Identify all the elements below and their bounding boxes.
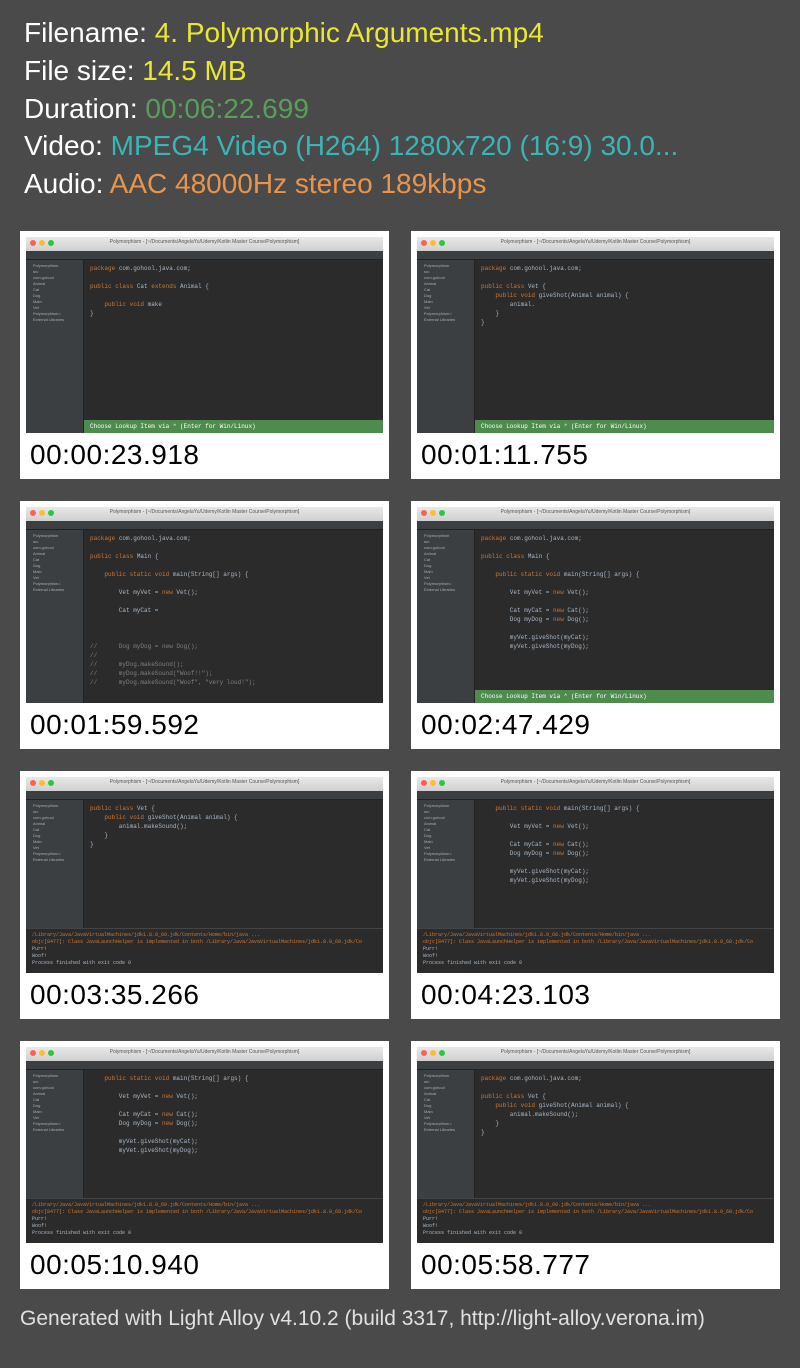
audio-label: Audio:	[24, 168, 110, 199]
ide-toolbar	[26, 521, 383, 530]
ide-screenshot: Polymorphism - [~/Documents/AngelaYu/Ude…	[26, 507, 383, 703]
window-titlebar: Polymorphism - [~/Documents/AngelaYu/Ude…	[417, 507, 774, 521]
lookup-hint-bar: Choose Lookup Item via ⌃ (Enter for Win/…	[475, 420, 774, 433]
frame-timestamp: 00:05:10.940	[26, 1243, 383, 1283]
filesize-label: File size:	[24, 55, 142, 86]
project-sidebar: Polymorphism src com.gohool Animal Cat D…	[26, 1070, 84, 1198]
thumbnail-5: Polymorphism - [~/Documents/AngelaYu/Ude…	[20, 771, 389, 1019]
ide-body: Polymorphism src com.gohool Animal Cat D…	[26, 260, 383, 433]
ide-screenshot: Polymorphism - [~/Documents/AngelaYu/Ude…	[417, 777, 774, 973]
ide-screenshot: Polymorphism - [~/Documents/AngelaYu/Ude…	[26, 777, 383, 973]
window-titlebar: Polymorphism - [~/Documents/AngelaYu/Ude…	[26, 237, 383, 251]
ide-body: Polymorphism src com.gohool Animal Cat D…	[417, 530, 774, 703]
ide-toolbar	[26, 251, 383, 260]
filesize-value: 14.5 MB	[142, 55, 246, 86]
frame-timestamp: 00:01:11.755	[417, 433, 774, 473]
window-titlebar: Polymorphism - [~/Documents/AngelaYu/Ude…	[417, 777, 774, 791]
project-sidebar: Polymorphism src com.gohool Animal Cat D…	[417, 1070, 475, 1198]
window-titlebar: Polymorphism - [~/Documents/AngelaYu/Ude…	[26, 1047, 383, 1061]
ide-body: Polymorphism src com.gohool Animal Cat D…	[26, 800, 383, 928]
ide-toolbar	[417, 1061, 774, 1070]
run-console: /Library/Java/JavaVirtualMachines/jdk1.8…	[417, 1198, 774, 1243]
code-editor: package com.gohool.java.com; public clas…	[475, 530, 774, 703]
audio-value: AAC 48000Hz stereo 189kbps	[110, 168, 487, 199]
ide-toolbar	[417, 521, 774, 530]
code-editor: package com.gohool.java.com; public clas…	[84, 530, 383, 703]
thumbnail-2: Polymorphism - [~/Documents/AngelaYu/Ude…	[411, 231, 780, 479]
ide-screenshot: Polymorphism - [~/Documents/AngelaYu/Ude…	[417, 237, 774, 433]
window-titlebar: Polymorphism - [~/Documents/AngelaYu/Ude…	[26, 507, 383, 521]
code-editor: public class Vet { public void giveShot(…	[84, 800, 383, 928]
thumbnail-4: Polymorphism - [~/Documents/AngelaYu/Ude…	[411, 501, 780, 749]
code-editor: package com.gohool.java.com; public clas…	[475, 260, 774, 433]
ide-screenshot: Polymorphism - [~/Documents/AngelaYu/Ude…	[417, 1047, 774, 1243]
frame-timestamp: 00:03:35.266	[26, 973, 383, 1013]
filename-value: 4. Polymorphic Arguments.mp4	[155, 17, 544, 48]
thumbnail-grid: Polymorphism - [~/Documents/AngelaYu/Ude…	[0, 213, 800, 1299]
frame-timestamp: 00:04:23.103	[417, 973, 774, 1013]
thumbnail-7: Polymorphism - [~/Documents/AngelaYu/Ude…	[20, 1041, 389, 1289]
frame-timestamp: 00:01:59.592	[26, 703, 383, 743]
run-console: /Library/Java/JavaVirtualMachines/jdk1.8…	[417, 928, 774, 973]
code-editor: public static void main(String[] args) {…	[475, 800, 774, 928]
filename-row: Filename: 4. Polymorphic Arguments.mp4	[24, 14, 776, 52]
ide-screenshot: Polymorphism - [~/Documents/AngelaYu/Ude…	[26, 237, 383, 433]
footer-text: Generated with Light Alloy v4.10.2 (buil…	[0, 1299, 800, 1339]
code-editor: package com.gohool.java.com; public clas…	[475, 1070, 774, 1198]
code-editor: package com.gohool.java.com; public clas…	[84, 260, 383, 433]
frame-timestamp: 00:00:23.918	[26, 433, 383, 473]
thumbnail-6: Polymorphism - [~/Documents/AngelaYu/Ude…	[411, 771, 780, 1019]
ide-body: Polymorphism src com.gohool Animal Cat D…	[417, 800, 774, 928]
video-row: Video: MPEG4 Video (H264) 1280x720 (16:9…	[24, 127, 776, 165]
audio-row: Audio: AAC 48000Hz stereo 189kbps	[24, 165, 776, 203]
window-titlebar: Polymorphism - [~/Documents/AngelaYu/Ude…	[417, 1047, 774, 1061]
file-info-header: Filename: 4. Polymorphic Arguments.mp4 F…	[0, 0, 800, 213]
window-titlebar: Polymorphism - [~/Documents/AngelaYu/Ude…	[417, 237, 774, 251]
thumbnail-3: Polymorphism - [~/Documents/AngelaYu/Ude…	[20, 501, 389, 749]
ide-toolbar	[26, 1061, 383, 1070]
ide-body: Polymorphism src com.gohool Animal Cat D…	[26, 530, 383, 703]
filesize-row: File size: 14.5 MB	[24, 52, 776, 90]
project-sidebar: Polymorphism src com.gohool Animal Cat D…	[26, 260, 84, 433]
duration-value: 00:06:22.699	[145, 93, 309, 124]
filename-label: Filename:	[24, 17, 155, 48]
video-value: MPEG4 Video (H264) 1280x720 (16:9) 30.0.…	[111, 130, 679, 161]
project-sidebar: Polymorphism src com.gohool Animal Cat D…	[26, 530, 84, 703]
lookup-hint-bar: Choose Lookup Item via ⌃ (Enter for Win/…	[475, 690, 774, 703]
ide-toolbar	[417, 791, 774, 800]
run-console: /Library/Java/JavaVirtualMachines/jdk1.8…	[26, 928, 383, 973]
run-console: /Library/Java/JavaVirtualMachines/jdk1.8…	[26, 1198, 383, 1243]
project-sidebar: Polymorphism src com.gohool Animal Cat D…	[417, 530, 475, 703]
thumbnail-1: Polymorphism - [~/Documents/AngelaYu/Ude…	[20, 231, 389, 479]
ide-body: Polymorphism src com.gohool Animal Cat D…	[417, 1070, 774, 1198]
lookup-hint-bar: Choose Lookup Item via ⌃ (Enter for Win/…	[84, 420, 383, 433]
window-titlebar: Polymorphism - [~/Documents/AngelaYu/Ude…	[26, 777, 383, 791]
ide-screenshot: Polymorphism - [~/Documents/AngelaYu/Ude…	[26, 1047, 383, 1243]
duration-label: Duration:	[24, 93, 145, 124]
ide-screenshot: Polymorphism - [~/Documents/AngelaYu/Ude…	[417, 507, 774, 703]
ide-body: Polymorphism src com.gohool Animal Cat D…	[26, 1070, 383, 1198]
project-sidebar: Polymorphism src com.gohool Animal Cat D…	[417, 800, 475, 928]
code-editor: public static void main(String[] args) {…	[84, 1070, 383, 1198]
ide-toolbar	[417, 251, 774, 260]
duration-row: Duration: 00:06:22.699	[24, 90, 776, 128]
video-label: Video:	[24, 130, 111, 161]
project-sidebar: Polymorphism src com.gohool Animal Cat D…	[417, 260, 475, 433]
frame-timestamp: 00:05:58.777	[417, 1243, 774, 1283]
ide-body: Polymorphism src com.gohool Animal Cat D…	[417, 260, 774, 433]
frame-timestamp: 00:02:47.429	[417, 703, 774, 743]
ide-toolbar	[26, 791, 383, 800]
project-sidebar: Polymorphism src com.gohool Animal Cat D…	[26, 800, 84, 928]
thumbnail-8: Polymorphism - [~/Documents/AngelaYu/Ude…	[411, 1041, 780, 1289]
